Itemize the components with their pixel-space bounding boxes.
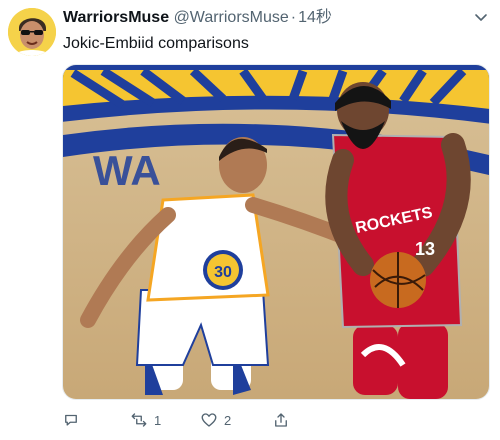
left-jersey-number: 30 [214,264,232,281]
svg-text:WA: WA [93,147,161,194]
timestamp[interactable]: 14秒 [298,9,332,26]
tweet-card: WarriorsMuse @WarriorsMuse · 14秒 Jokic-Emb… [0,0,500,440]
tweet-media-image[interactable]: WA RS [62,64,490,400]
separator-dot: · [290,9,297,26]
more-options-chevron-icon[interactable] [472,8,490,26]
retweet-icon [131,413,147,427]
reply-icon [65,414,77,426]
tweet-text: Jokic-Embiid comparisons [63,35,249,52]
like-icon [201,413,217,427]
display-name[interactable]: WarriorsMuse [63,9,169,26]
share-button[interactable] [272,408,290,432]
tweet-header: WarriorsMuse @WarriorsMuse · 14秒 [63,7,460,29]
retweet-button[interactable]: 1 [130,408,161,432]
share-icon [275,413,287,427]
like-button[interactable]: 2 [200,408,231,432]
avatar-illustration [8,8,56,56]
user-handle[interactable]: @WarriorsMuse [174,9,289,26]
reply-button[interactable] [62,408,80,432]
basketball-photo: WA RS [63,65,489,399]
like-count: 2 [224,412,232,428]
tweet-actions: 1 2 [62,408,492,432]
right-jersey-number: 13 [415,239,435,259]
retweet-count: 1 [154,412,162,428]
avatar[interactable] [8,8,56,56]
